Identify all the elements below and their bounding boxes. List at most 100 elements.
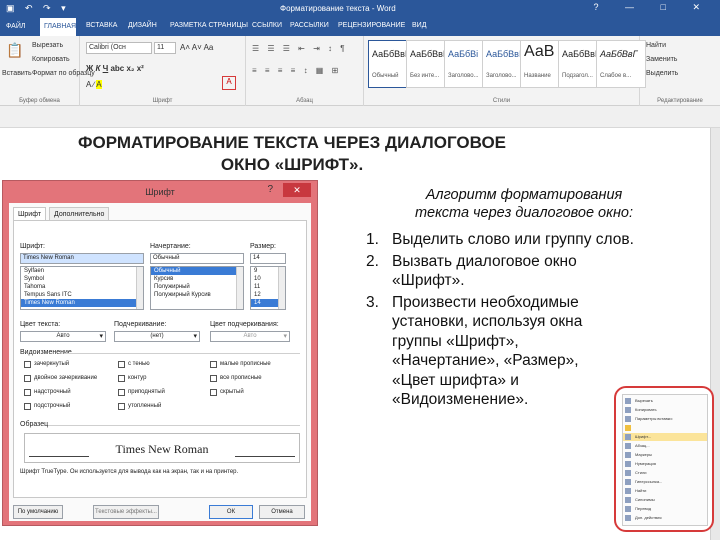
step-text: Вызвать диалоговое окно «Шрифт». bbox=[392, 252, 577, 290]
underline-select[interactable]: (нет) bbox=[114, 331, 200, 342]
emboss-checkbox[interactable] bbox=[118, 389, 125, 396]
tab-references[interactable]: ССЫЛКИ bbox=[252, 22, 282, 29]
context-menu-item[interactable]: Нумерация bbox=[623, 460, 707, 468]
superscript-checkbox[interactable] bbox=[24, 389, 31, 396]
shadow-checkbox[interactable] bbox=[118, 361, 125, 368]
context-menu-item[interactable]: Перевод bbox=[623, 505, 707, 513]
size-list-scrollbar[interactable] bbox=[278, 267, 285, 309]
tab-font[interactable]: Шрифт bbox=[13, 207, 47, 221]
grow-font-icon[interactable]: A˄ A˅ Aa bbox=[180, 43, 213, 52]
context-menu-item[interactable] bbox=[623, 424, 707, 432]
font-name-box[interactable]: Calibri (Осн bbox=[86, 42, 152, 54]
find-button[interactable]: Найти bbox=[646, 42, 666, 49]
outline-checkbox[interactable] bbox=[118, 375, 125, 382]
help-icon[interactable]: ? bbox=[593, 2, 610, 12]
effects-divider bbox=[64, 353, 300, 354]
double-strikethrough-checkbox[interactable] bbox=[24, 375, 31, 382]
minimize-icon[interactable]: — bbox=[625, 2, 646, 12]
context-menu-item[interactable]: Доп. действия bbox=[623, 514, 707, 522]
style-list[interactable]: Обычный Курсив Полужирный Полужирный Кур… bbox=[150, 266, 244, 310]
window-title: Форматирование текста - Word bbox=[280, 4, 396, 13]
hidden-checkbox[interactable] bbox=[210, 389, 217, 396]
preview-line-right bbox=[235, 456, 295, 457]
font-list[interactable]: Sylfaen Symbol Tahoma Tempus Sans ITC Ti… bbox=[20, 266, 144, 310]
maximize-icon[interactable]: □ bbox=[661, 2, 678, 12]
font-dialog-launcher-icon[interactable]: A bbox=[222, 76, 236, 90]
cut-button[interactable]: Вырезать bbox=[32, 42, 63, 49]
clipboard-group: 📋 Вставить Вырезать Копировать Формат по… bbox=[0, 36, 95, 106]
cancel-button[interactable]: Отмена bbox=[259, 505, 305, 519]
text-effects-button[interactable]: Текстовые эффекты... bbox=[93, 505, 159, 519]
font-list-scrollbar[interactable] bbox=[136, 267, 143, 309]
list-item[interactable]: Полужирный bbox=[151, 283, 243, 291]
align-icons[interactable]: ≡ ≡ ≡ ≡ ↕ ▦ ⊞ bbox=[252, 66, 341, 75]
paste-button[interactable]: Вставить bbox=[2, 70, 32, 77]
all-caps-checkbox[interactable] bbox=[210, 375, 217, 382]
replace-button[interactable]: Заменить bbox=[646, 56, 677, 63]
context-menu-item[interactable]: Найти bbox=[623, 487, 707, 495]
tab-mailings[interactable]: РАССЫЛКИ bbox=[290, 22, 329, 29]
list-item[interactable]: Полужирный Курсив bbox=[151, 291, 243, 299]
list-item[interactable]: Symbol bbox=[21, 275, 143, 283]
bold-icon[interactable]: Ж К Ч abc x₂ x² bbox=[86, 64, 144, 73]
tab-review[interactable]: РЕЦЕНЗИРОВАНИЕ bbox=[338, 22, 405, 29]
context-menu-item[interactable]: Стили bbox=[623, 469, 707, 477]
list-item[interactable]: Tahoma bbox=[21, 283, 143, 291]
tab-insert[interactable]: ВСТАВКА bbox=[86, 22, 117, 29]
font-style-input[interactable]: Обычный bbox=[150, 253, 244, 264]
tab-design[interactable]: ДИЗАЙН bbox=[128, 22, 157, 29]
list-item[interactable]: Курсив bbox=[151, 275, 243, 283]
all-caps-label: все прописные bbox=[220, 375, 262, 381]
strikethrough-checkbox[interactable] bbox=[24, 361, 31, 368]
style-subtle-emphasis[interactable]: АаБбВвГ Слабое в... bbox=[596, 40, 646, 88]
context-menu-item[interactable]: Маркеры bbox=[623, 451, 707, 459]
list-item: 1. Выделить слово или группу слов. bbox=[366, 230, 636, 250]
engrave-checkbox[interactable] bbox=[118, 403, 125, 410]
select-button[interactable]: Выделить bbox=[646, 70, 678, 77]
window-controls[interactable]: ? — □ ✕ bbox=[593, 2, 712, 13]
quick-access-toolbar[interactable]: ▣ ↶ ↷ ▾ bbox=[6, 3, 70, 14]
context-menu-item[interactable]: Вырезать bbox=[623, 397, 707, 405]
set-default-button[interactable]: По умолчанию bbox=[13, 505, 63, 519]
style-list-scrollbar[interactable] bbox=[236, 267, 243, 309]
tab-layout[interactable]: РАЗМЕТКА СТРАНИЦЫ bbox=[170, 22, 248, 29]
clipboard-group-label: Буфер обмена bbox=[19, 98, 60, 104]
paragraph-group: ☰ ☰ ☰ ⇤ ⇥ ↕ ¶ ≡ ≡ ≡ ≡ ↕ ▦ ⊞ Абзац bbox=[246, 36, 364, 106]
tab-view[interactable]: ВИД bbox=[412, 22, 426, 29]
font-name-input[interactable]: Times New Roman bbox=[20, 253, 144, 264]
close-icon[interactable]: ✕ bbox=[692, 2, 712, 12]
text-effects-icon[interactable]: A ∕ A bbox=[86, 80, 102, 89]
menu-item-icon bbox=[625, 461, 631, 467]
context-menu-item[interactable]: Гиперссылка... bbox=[623, 478, 707, 486]
font-size-box[interactable]: 11 bbox=[154, 42, 176, 54]
context-menu-item[interactable]: Параметры вставки: bbox=[623, 415, 707, 423]
outline-label: контур bbox=[128, 375, 147, 381]
context-menu-item[interactable]: Копировать bbox=[623, 406, 707, 414]
ok-button[interactable]: ОК bbox=[209, 505, 253, 519]
small-caps-checkbox[interactable] bbox=[210, 361, 217, 368]
paste-icon[interactable]: 📋 bbox=[6, 42, 23, 59]
list-item[interactable]: Tempus Sans ITC bbox=[21, 291, 143, 299]
dialog-help-icon[interactable]: ? bbox=[267, 184, 273, 195]
context-menu-item[interactable]: Абзац... bbox=[623, 442, 707, 450]
list-icons[interactable]: ☰ ☰ ☰ ⇤ ⇥ ↕ ¶ bbox=[252, 44, 348, 53]
list-item[interactable]: Times New Roman bbox=[21, 299, 143, 307]
copy-button[interactable]: Копировать bbox=[32, 56, 70, 63]
font-group: Calibri (Осн 11 A˄ A˅ Aa Ж К Ч abc x₂ x²… bbox=[80, 36, 246, 106]
list-item[interactable]: Sylfaen bbox=[21, 267, 143, 275]
underline-color-select[interactable]: Авто bbox=[210, 331, 290, 342]
size-list[interactable]: 9 10 11 12 14 bbox=[250, 266, 286, 310]
tab-file[interactable]: ФАЙЛ bbox=[0, 18, 36, 36]
menu-item-icon bbox=[625, 398, 631, 404]
font-color-select[interactable]: Авто bbox=[20, 331, 106, 342]
list-item[interactable]: Обычный bbox=[151, 267, 243, 275]
font-size-input[interactable]: 14 bbox=[250, 253, 286, 264]
tab-home[interactable]: ГЛАВНАЯ bbox=[40, 18, 76, 36]
tab-advanced[interactable]: Дополнительно bbox=[49, 207, 110, 221]
context-menu-item-font[interactable]: Шрифт... bbox=[623, 433, 707, 441]
subscript-checkbox[interactable] bbox=[24, 403, 31, 410]
dialog-close-button[interactable]: ✕ bbox=[283, 183, 311, 197]
heading-line-2: ОКНО «ШРИФТ». bbox=[220, 155, 364, 174]
menu-item-icon bbox=[625, 506, 631, 512]
context-menu-item[interactable]: Синонимы bbox=[623, 496, 707, 504]
